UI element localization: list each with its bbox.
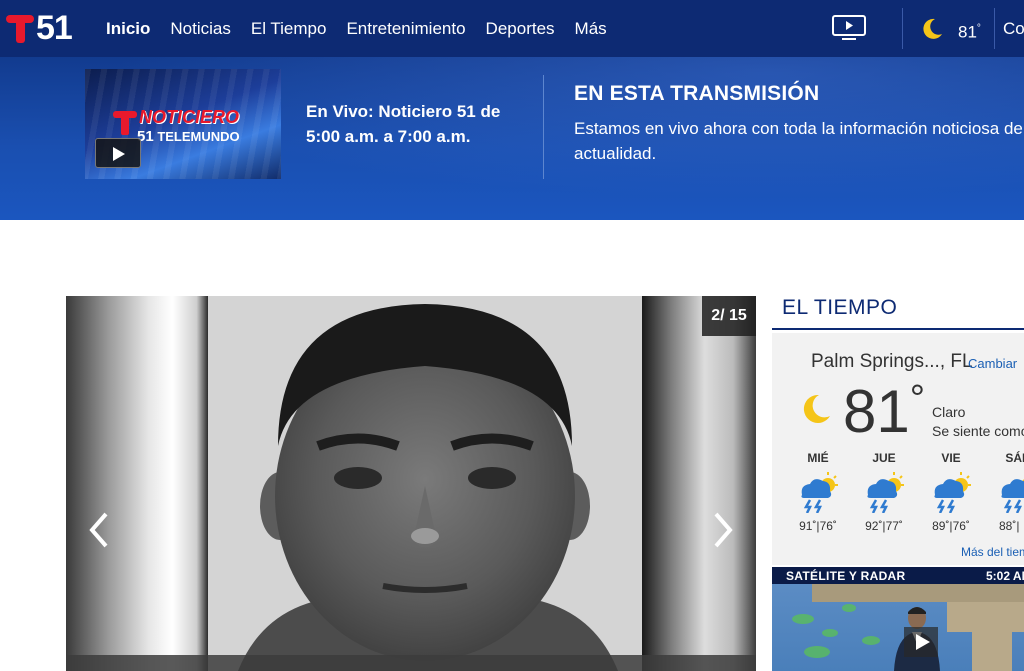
top-nav: 51 Inicio Noticias El Tiempo Entretenimi…: [0, 0, 1024, 57]
forecast-day: MIÉ: [807, 451, 829, 465]
live-description: Estamos en vivo ahora con toda la inform…: [574, 119, 1023, 163]
current-temperature: 81°: [843, 378, 925, 445]
logo-number: 51: [36, 9, 73, 47]
weather-heading: EL TIEMPO: [782, 296, 898, 319]
nav-item-noticias[interactable]: Noticias: [170, 19, 230, 39]
gallery-next-photo: [642, 296, 756, 671]
telemundo-t-icon: [6, 13, 34, 43]
more-weather-link[interactable]: Más del tiempo: [961, 545, 1024, 559]
nav-divider: [902, 8, 903, 49]
moon-icon: [803, 394, 830, 423]
thumb-brand-noticiero: NOTICIERO: [139, 107, 240, 127]
gallery-prev-photo: [66, 296, 208, 671]
weather-location: Palm Springs..., FL: [811, 351, 973, 372]
portrait-sketch: [208, 296, 642, 671]
live-show-title[interactable]: En Vivo: Noticiero 51 de 5:00 a.m. a 7:0…: [306, 99, 516, 149]
forecast-high-low: 88˚|: [999, 519, 1020, 533]
nav-temperature[interactable]: 81°: [958, 19, 981, 43]
thunderstorm-icon: [934, 472, 971, 513]
telemundo-51-logo[interactable]: 51: [6, 9, 73, 47]
moon-icon: [923, 18, 942, 39]
current-condition: Claro: [932, 404, 966, 420]
play-icon: [916, 634, 930, 650]
change-location-link[interactable]: Cambiar: [968, 356, 1017, 371]
forecast-high-low: 91˚|76˚: [799, 519, 837, 533]
feels-like: Se siente como: [932, 423, 1024, 439]
radar-map: [772, 584, 1024, 671]
chevron-left-icon[interactable]: [84, 510, 114, 550]
nav-item-entretenimiento[interactable]: Entretenimiento: [346, 19, 465, 39]
nav-item-inicio[interactable]: Inicio: [106, 19, 150, 39]
gallery-counter: 2/ 15: [702, 296, 756, 336]
gallery-main-photo: [208, 296, 642, 671]
thunderstorm-icon: [867, 472, 904, 513]
main-menu: Inicio Noticias El Tiempo Entretenimient…: [106, 19, 627, 39]
live-divider: [543, 75, 544, 179]
radar-label: SATÉLITE Y RADAR: [786, 569, 906, 583]
nav-item-el-tiempo[interactable]: El Tiempo: [251, 19, 327, 39]
gallery-caption-bar: [66, 655, 756, 671]
chevron-right-icon[interactable]: [708, 510, 738, 550]
radar-play-button[interactable]: [904, 627, 938, 657]
video-play-button[interactable]: [95, 138, 141, 168]
photo-gallery: 2/ 15: [66, 296, 756, 671]
satellite-radar-video[interactable]: SATÉLITE Y RADAR 5:02 AM: [772, 567, 1024, 671]
nav-item-deportes[interactable]: Deportes: [486, 19, 555, 39]
play-icon: [113, 147, 125, 161]
thunderstorm-icon: [1001, 479, 1024, 513]
nav-divider: [994, 8, 995, 49]
live-video-thumbnail[interactable]: NOTICIERO 51 TELEMUNDO: [85, 69, 281, 179]
nav-item-truncated[interactable]: Co: [1003, 19, 1024, 39]
forecast-high-low: 92˚|77˚: [865, 519, 903, 533]
live-section-heading: EN ESTA TRANSMISIÓN: [574, 82, 820, 105]
forecast-day: JUE: [872, 451, 896, 465]
weather-heading-rule: [772, 328, 1024, 330]
radar-time: 5:02 AM: [986, 569, 1024, 583]
nav-item-mas[interactable]: Más: [575, 19, 607, 39]
forecast-high-low: 89˚|76˚: [932, 519, 970, 533]
forecast-day: SÁB: [1005, 451, 1024, 465]
thumb-brand-telemundo: 51 TELEMUNDO: [137, 128, 240, 145]
telemundo-t-icon: [113, 111, 137, 135]
tv-play-icon[interactable]: [832, 15, 866, 41]
radar-header-bar: SATÉLITE Y RADAR 5:02 AM: [772, 567, 1024, 584]
thunderstorm-icon: [801, 472, 838, 513]
forecast-day: VIE: [941, 451, 961, 465]
